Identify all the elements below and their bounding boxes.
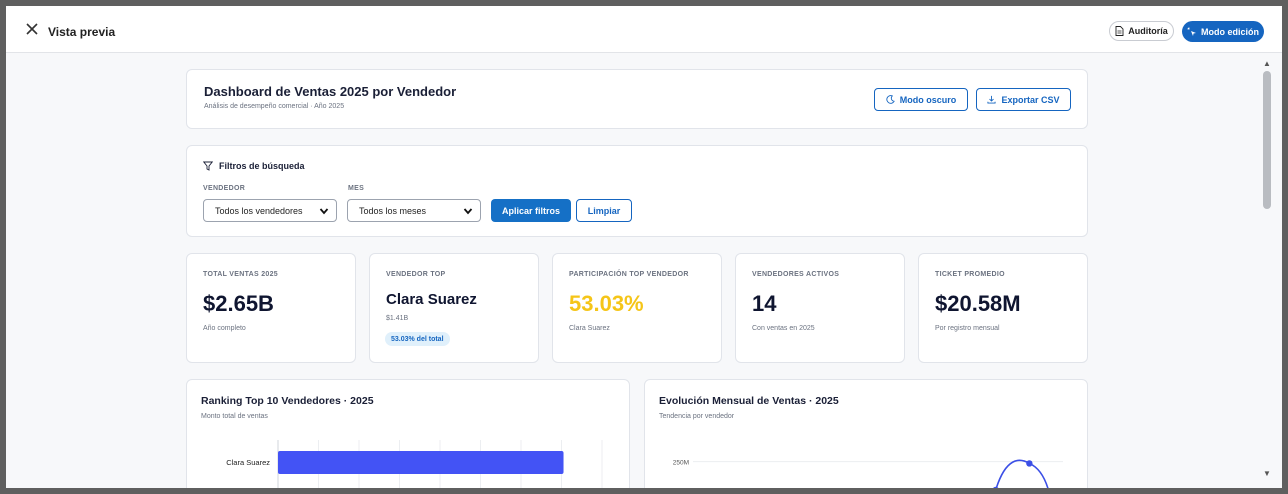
kpi-note: Con ventas en 2025 bbox=[752, 325, 815, 332]
export-csv-button[interactable]: Exportar CSV bbox=[976, 88, 1071, 111]
apply-filters-button[interactable]: Aplicar filtros bbox=[491, 199, 571, 222]
kpi-card-top-seller: VENDEDOR TOP Clara Suarez $1.41B 53.03% … bbox=[369, 253, 539, 363]
kpi-label: PARTICIPACIÓN TOP VENDEDOR bbox=[569, 271, 689, 278]
audit-label: Auditoría bbox=[1128, 26, 1168, 36]
chevron-down-icon bbox=[463, 208, 473, 215]
sparkle-pointer-icon bbox=[1187, 27, 1196, 36]
seller-select[interactable]: Todos los vendedores bbox=[203, 199, 337, 222]
data-point bbox=[993, 486, 999, 488]
kpi-amount: $1.41B bbox=[386, 315, 409, 322]
kpi-note: Clara Suarez bbox=[569, 325, 610, 332]
kpi-label: VENDEDOR TOP bbox=[386, 271, 446, 278]
dashboard-header-card: Dashboard de Ventas 2025 por Vendedor An… bbox=[186, 69, 1088, 129]
scroll-up-arrow[interactable]: ▲ bbox=[1263, 59, 1271, 68]
audit-button[interactable]: Auditoría bbox=[1109, 21, 1174, 41]
download-icon bbox=[987, 95, 997, 104]
scrollbar-thumb[interactable] bbox=[1263, 71, 1271, 209]
kpi-value: Clara Suarez bbox=[386, 291, 477, 308]
kpi-value: $20.58M bbox=[935, 291, 1021, 316]
kpi-card-active-sellers: VENDEDORES ACTIVOS 14 Con ventas en 2025 bbox=[735, 253, 905, 363]
dashboard-subtitle: Análisis de desempeño comercial · Año 20… bbox=[204, 103, 345, 110]
chevron-down-icon bbox=[319, 208, 329, 215]
bar bbox=[278, 451, 564, 474]
close-icon[interactable] bbox=[25, 22, 39, 36]
dashboard-canvas: Dashboard de Ventas 2025 por Vendedor An… bbox=[6, 53, 1258, 488]
filters-card: Filtros de búsqueda VENDEDOR Todos los v… bbox=[186, 145, 1088, 237]
data-point bbox=[1026, 460, 1033, 467]
dashboard-title: Dashboard de Ventas 2025 por Vendedor bbox=[204, 84, 457, 99]
kpi-card-top-share: PARTICIPACIÓN TOP VENDEDOR 53.03% Clara … bbox=[552, 253, 722, 363]
filter-icon bbox=[203, 161, 213, 171]
preview-modal: Vista previa Auditoría Modo edición Dash… bbox=[6, 6, 1282, 488]
kpi-note: Por registro mensual bbox=[935, 325, 1000, 332]
series-line bbox=[995, 459, 1049, 488]
evolution-chart-card: Evolución Mensual de Ventas · 2025 Tende… bbox=[644, 379, 1088, 488]
filters-title: Filtros de búsqueda bbox=[219, 161, 305, 171]
kpi-note: Año completo bbox=[203, 325, 246, 332]
kpi-card-total-sales: TOTAL VENTAS 2025 $2.65B Año completo bbox=[186, 253, 356, 363]
edit-mode-button[interactable]: Modo edición bbox=[1182, 21, 1264, 42]
modal-header: Vista previa Auditoría Modo edición bbox=[6, 6, 1282, 53]
export-csv-label: Exportar CSV bbox=[1001, 94, 1060, 105]
edit-mode-label: Modo edición bbox=[1201, 26, 1259, 37]
category-label: Clara Suarez bbox=[226, 458, 270, 467]
evolution-line-chart: 250M200M bbox=[673, 459, 1063, 488]
kpi-value: 14 bbox=[752, 291, 777, 316]
month-select[interactable]: Todos los meses bbox=[347, 199, 481, 222]
dark-mode-button[interactable]: Modo oscuro bbox=[874, 88, 968, 111]
moon-icon bbox=[886, 95, 895, 104]
modal-title: Vista previa bbox=[48, 25, 116, 39]
kpi-value: $2.65B bbox=[203, 291, 274, 316]
kpi-label: TOTAL VENTAS 2025 bbox=[203, 271, 278, 278]
kpi-label: TICKET PROMEDIO bbox=[935, 271, 1005, 278]
seller-filter-label: VENDEDOR bbox=[203, 185, 246, 192]
document-icon bbox=[1115, 26, 1124, 36]
ranking-bar-chart: Clara Suarez bbox=[226, 440, 603, 488]
share-badge: 53.03% del total bbox=[385, 332, 450, 346]
clear-filters-button[interactable]: Limpiar bbox=[576, 199, 632, 222]
kpi-card-average-ticket: TICKET PROMEDIO $20.58M Por registro men… bbox=[918, 253, 1088, 363]
kpi-value: 53.03% bbox=[569, 291, 644, 316]
month-filter-label: MES bbox=[348, 185, 365, 192]
ranking-chart-card: Ranking Top 10 Vendedores · 2025 Monto t… bbox=[186, 379, 630, 488]
kpi-label: VENDEDORES ACTIVOS bbox=[752, 271, 840, 278]
dark-mode-label: Modo oscuro bbox=[899, 94, 957, 105]
y-tick-label: 250M bbox=[673, 460, 689, 467]
month-select-value: Todos los meses bbox=[359, 205, 427, 216]
scroll-down-arrow[interactable]: ▼ bbox=[1263, 469, 1271, 478]
seller-select-value: Todos los vendedores bbox=[215, 205, 303, 216]
